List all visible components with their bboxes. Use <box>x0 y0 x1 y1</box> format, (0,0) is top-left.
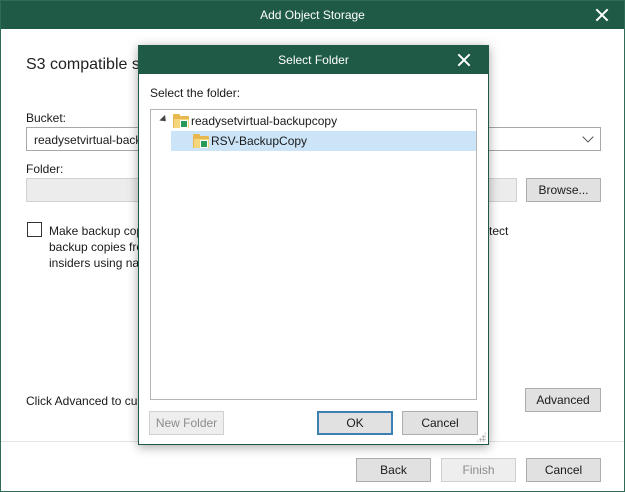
checkbox-label-line: insiders using nat <box>49 256 143 270</box>
finish-button[interactable]: Finish <box>441 458 516 482</box>
folder-tree[interactable]: readysetvirtual-backupcopy RSV-BackupCop… <box>150 109 477 400</box>
checkbox-label-line: backup copies fro <box>49 240 144 254</box>
advanced-button[interactable]: Advanced <box>525 388 601 412</box>
checkbox-label-line: Make backup cop <box>49 224 144 238</box>
folder-icon <box>193 134 209 148</box>
window-titlebar: Add Object Storage <box>1 1 624 29</box>
ok-button[interactable]: OK <box>317 411 393 435</box>
window-close-icon[interactable] <box>593 6 611 24</box>
cancel-button[interactable]: Cancel <box>526 458 601 482</box>
browse-button[interactable]: Browse... <box>526 178 601 202</box>
folder-label: Folder: <box>26 162 64 176</box>
select-folder-dialog: Select Folder Select the folder: readyse… <box>138 45 489 445</box>
back-button[interactable]: Back <box>356 458 431 482</box>
checkbox-label-tail: tect <box>489 224 509 238</box>
tree-node-folder[interactable]: RSV-BackupCopy <box>171 131 476 151</box>
window-title: Add Object Storage <box>260 8 365 22</box>
tree-node-label: readysetvirtual-backupcopy <box>191 114 338 128</box>
tree-node-label: RSV-BackupCopy <box>211 134 308 148</box>
new-folder-button[interactable]: New Folder <box>149 411 224 435</box>
chevron-down-icon <box>582 131 594 143</box>
expand-arrow-icon[interactable] <box>159 114 169 125</box>
dialog-title: Select Folder <box>278 53 349 67</box>
page-heading: S3 compatible st <box>26 56 145 73</box>
dialog-titlebar: Select Folder <box>139 46 488 74</box>
dialog-close-icon[interactable] <box>455 51 473 69</box>
checkbox-label: Make backup cop backup copies fro inside… <box>49 223 143 271</box>
dialog-prompt: Select the folder: <box>150 86 241 100</box>
advanced-hint: Click Advanced to cu <box>26 394 138 408</box>
bucket-folder-icon <box>173 114 189 128</box>
bucket-label: Bucket: <box>26 111 67 125</box>
immutability-checkbox[interactable] <box>27 222 42 237</box>
dialog-cancel-button[interactable]: Cancel <box>402 411 478 435</box>
bucket-value: readysetvirtual-back <box>34 133 142 147</box>
tree-node-bucket[interactable]: readysetvirtual-backupcopy <box>157 111 473 131</box>
